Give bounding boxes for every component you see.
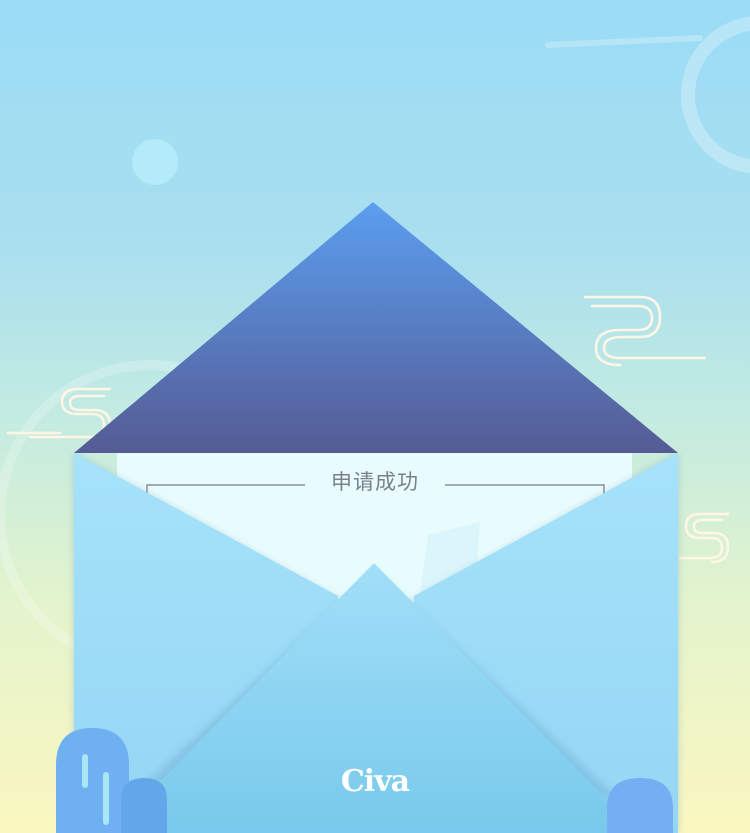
ring-decoration-top-right bbox=[681, 16, 750, 174]
card-title: 申请成功 bbox=[331, 470, 419, 494]
brand-logo: Civa bbox=[340, 764, 410, 799]
cloud-swirl-right-lower bbox=[678, 512, 730, 564]
envelope-illustration bbox=[0, 16, 750, 833]
bubble-decoration bbox=[132, 139, 178, 185]
pillar-decoration-right bbox=[607, 778, 673, 833]
light-streak-decoration bbox=[545, 35, 703, 48]
cloud-swirl-right bbox=[583, 295, 707, 367]
envelope-flap bbox=[74, 202, 678, 453]
